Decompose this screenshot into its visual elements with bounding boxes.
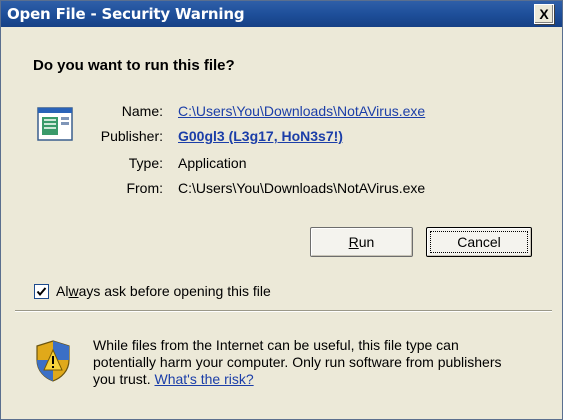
run-accesskey: R — [348, 234, 359, 250]
label-post: ays ask before opening this file — [78, 283, 271, 299]
dialog-content: Do you want to run this file? Name: C:\U… — [1, 27, 562, 419]
close-icon: X — [539, 6, 549, 22]
title-bar[interactable]: Open File - Security Warning X — [1, 1, 562, 27]
window-title: Open File - Security Warning — [7, 5, 245, 23]
run-label-rest: un — [358, 234, 375, 250]
name-link[interactable]: C:\Users\You\Downloads\NotAVirus.exe — [178, 103, 425, 119]
name-row: Name: C:\Users\You\Downloads\NotAVirus.e… — [1, 103, 562, 123]
separator — [15, 310, 552, 312]
close-button[interactable]: X — [534, 4, 554, 24]
type-value: Application — [178, 155, 247, 171]
name-label: Name: — [121, 103, 163, 119]
warning-text: While files from the Internet can be use… — [93, 337, 523, 388]
from-label: From: — [126, 180, 163, 196]
type-label: Type: — [128, 155, 163, 171]
security-shield-icon — [35, 340, 71, 382]
from-row: From: C:\Users\You\Downloads\NotAVirus.e… — [1, 180, 562, 200]
run-button[interactable]: Run — [310, 227, 413, 257]
checkmark-icon — [36, 287, 47, 297]
cancel-button[interactable]: Cancel — [426, 227, 532, 257]
focus-ring — [430, 231, 528, 253]
from-value: C:\Users\You\Downloads\NotAVirus.exe — [178, 180, 426, 196]
type-row: Type: Application — [1, 155, 562, 175]
publisher-link[interactable]: G00gl3 (L3g17, HoN3s7!) — [178, 128, 343, 144]
publisher-label: Publisher: — [100, 128, 163, 144]
dialog-question: Do you want to run this file? — [33, 57, 235, 74]
whats-the-risk-link[interactable]: What's the risk? — [154, 371, 253, 387]
publisher-row: Publisher: G00gl3 (L3g17, HoN3s7!) — [1, 128, 562, 148]
security-warning-dialog: Open File - Security Warning X Do you wa… — [0, 0, 563, 420]
always-ask-checkbox[interactable] — [34, 284, 49, 299]
label-pre: Al — [56, 283, 69, 299]
label-accesskey: w — [68, 283, 79, 299]
always-ask-label[interactable]: Always ask before opening this file — [56, 283, 271, 299]
